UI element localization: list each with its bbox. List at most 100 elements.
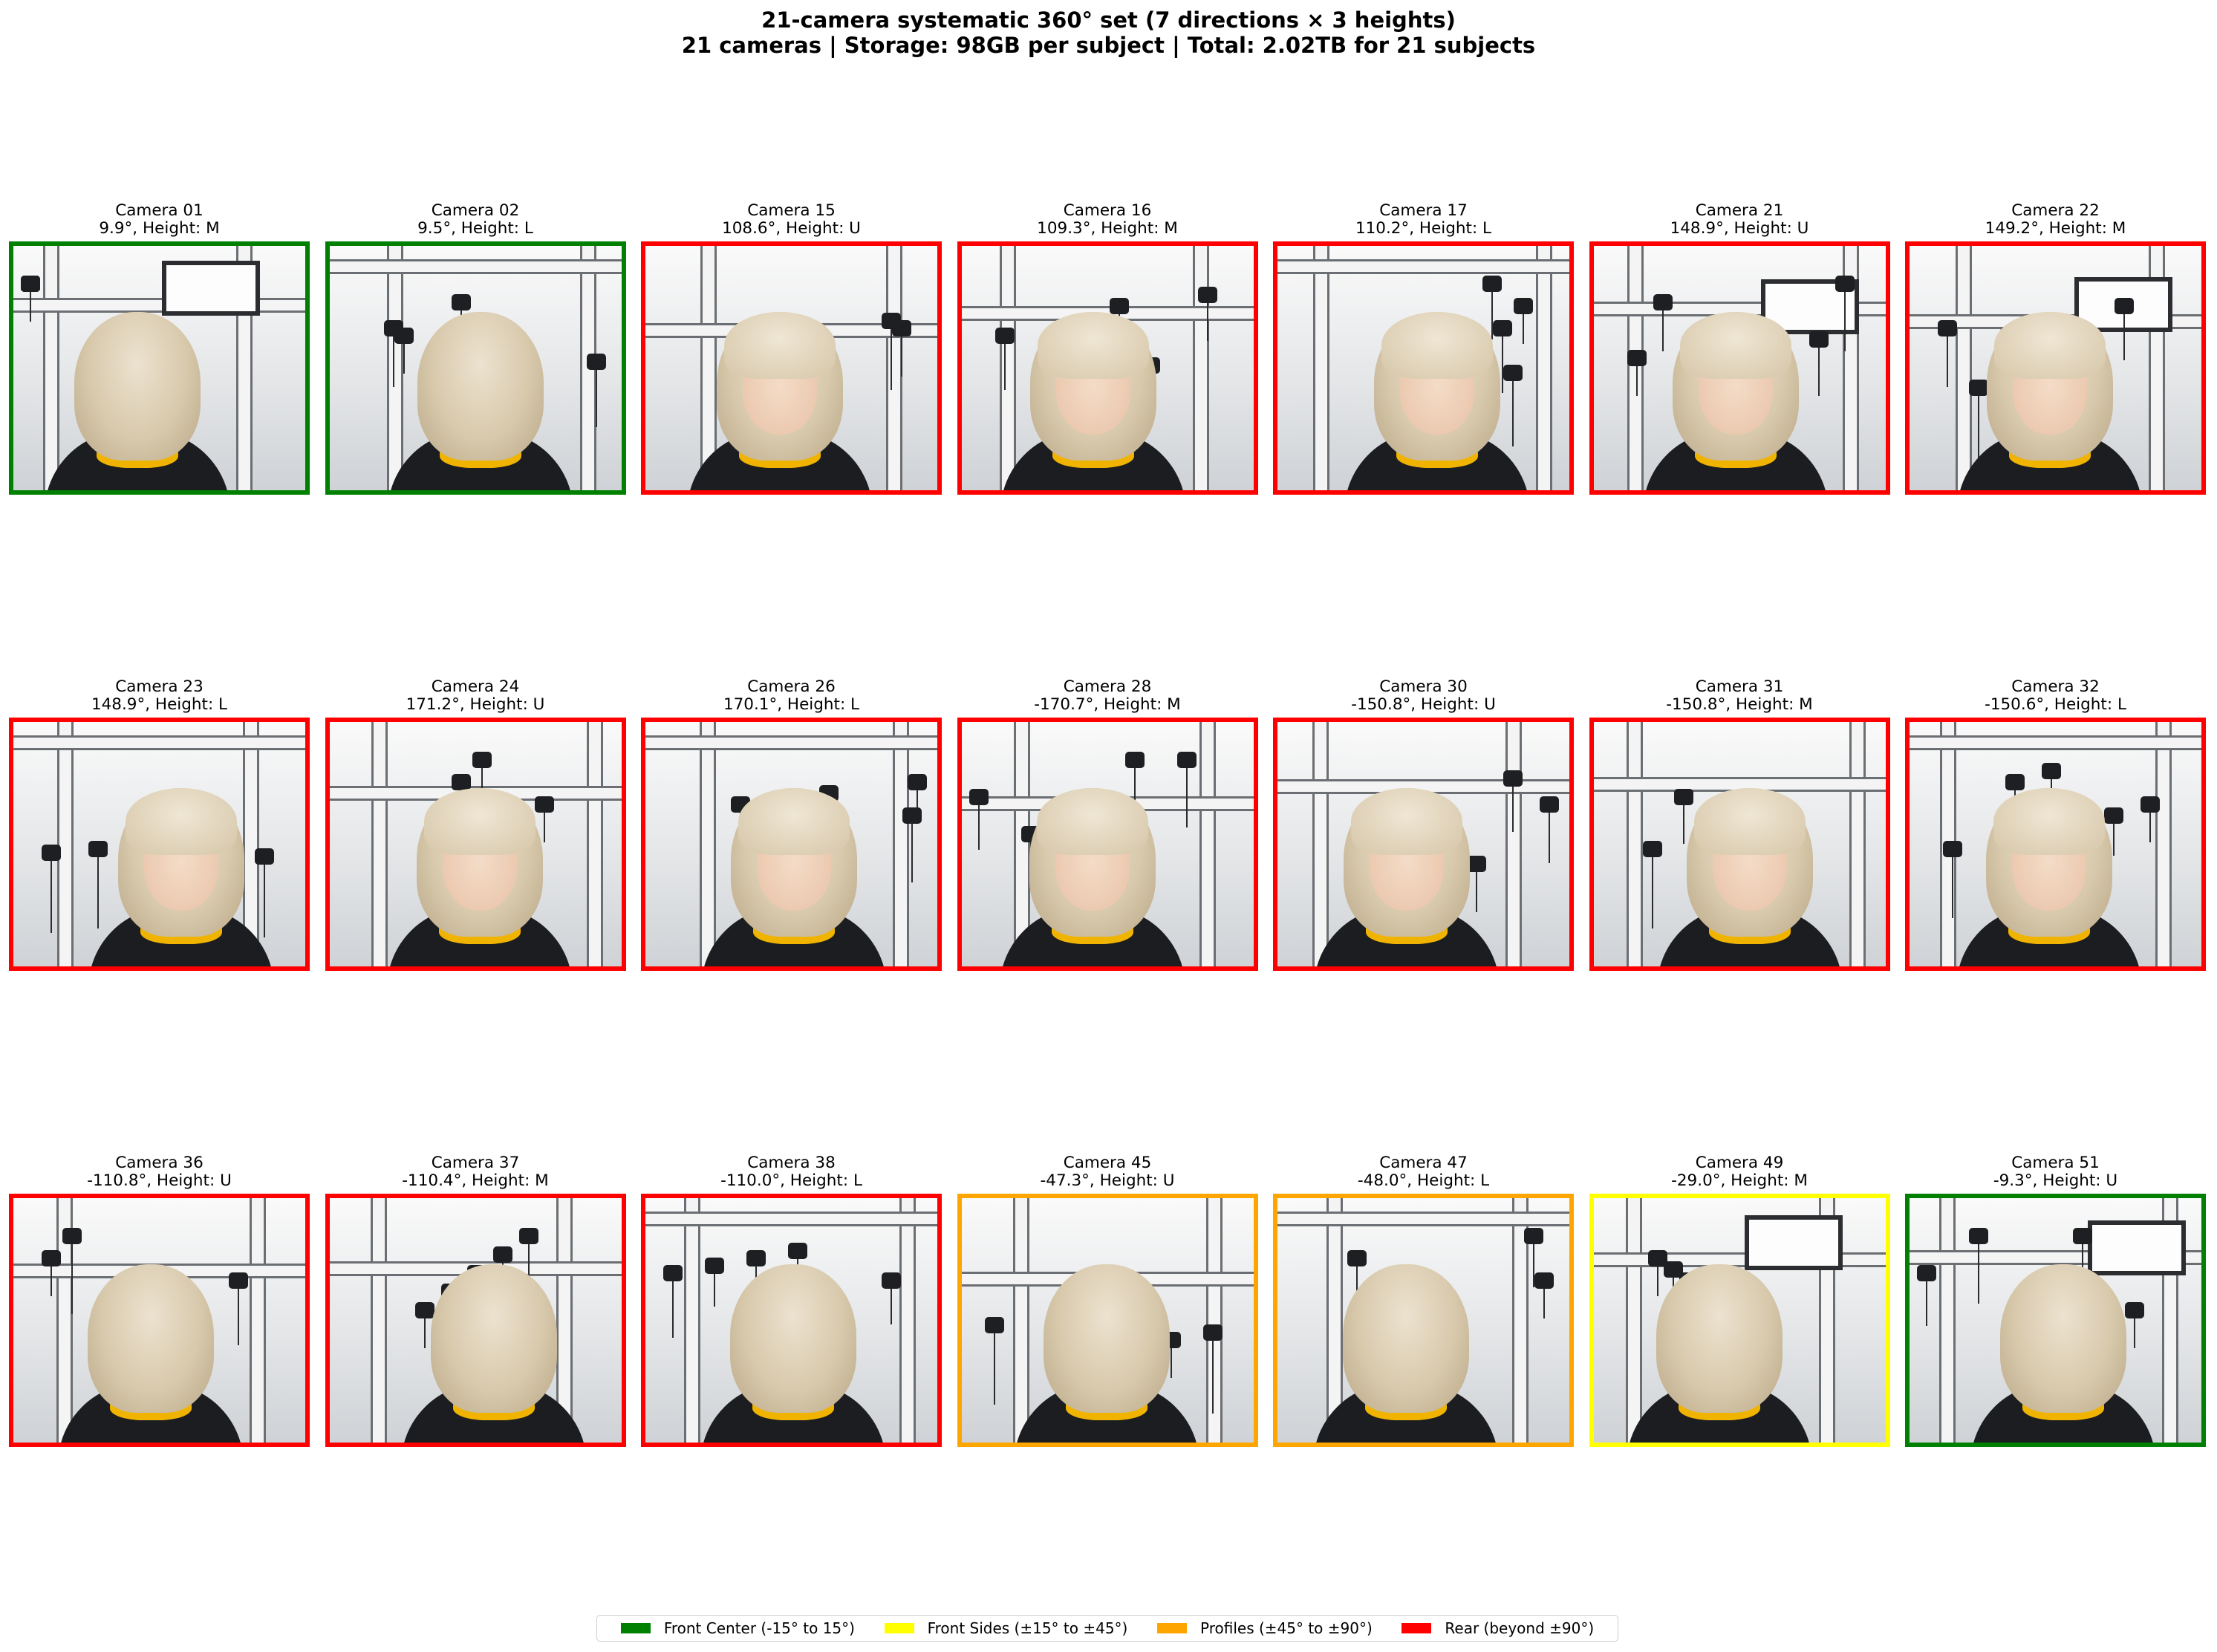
rig-cable: [1952, 857, 1953, 918]
legend-item: Rear (beyond ±90°): [1402, 1619, 1594, 1637]
rig-cable: [1206, 303, 1208, 341]
rig-cable: [672, 1281, 674, 1338]
camera-frame: [957, 241, 1258, 495]
camera-name: Camera 47: [1379, 1154, 1468, 1172]
rig-camera: [451, 294, 471, 310]
camera-angle-height: 171.2°, Height: U: [406, 695, 545, 714]
subject-bangs: [1694, 788, 1806, 855]
rig-camera: [2115, 298, 2134, 314]
rig-camera: [1503, 365, 1523, 381]
rig-cable: [1543, 1289, 1545, 1318]
legend-item: Front Sides (±15° to ±45°): [884, 1619, 1128, 1637]
legend-label: Front Sides (±15° to ±45°): [927, 1619, 1128, 1637]
rig-cable: [1211, 1341, 1214, 1414]
camera-angle-height: -47.3°, Height: U: [1040, 1171, 1175, 1190]
rig-camera: [229, 1272, 248, 1289]
legend-swatch: [1402, 1623, 1432, 1633]
camera-angle-height: 108.6°, Height: U: [722, 219, 861, 238]
figure-title: 21-camera systematic 360° set (7 directi…: [761, 7, 1456, 33]
rig-cable: [891, 1289, 892, 1324]
rig-camera: [42, 1250, 61, 1266]
rig-camera: [1493, 320, 1512, 336]
camera-tile: Camera 17 110.2°, Height: L: [1273, 202, 1574, 495]
rig-camera: [1938, 320, 1957, 336]
rig-frame-bar: [13, 735, 305, 750]
subject-hair: [417, 312, 544, 461]
camera-frame: [1905, 241, 2206, 495]
rig-frame-post: [1192, 246, 1209, 490]
rig-camera: [1540, 796, 1559, 813]
camera-angle-height: -170.7°, Height: M: [1034, 695, 1181, 714]
rig-cable: [403, 344, 405, 374]
camera-angle-height: -48.0°, Height: L: [1357, 1171, 1490, 1190]
rig-camera: [42, 845, 61, 861]
rig-camera: [1969, 1228, 1988, 1244]
rig-camera: [518, 1228, 538, 1244]
camera-angle-height: 109.3°, Height: M: [1037, 219, 1178, 238]
rig-camera: [1809, 331, 1829, 348]
rig-camera: [1347, 1250, 1367, 1266]
camera-frame: [1589, 241, 1890, 495]
camera-tile: Camera 01 9.9°, Height: M: [9, 202, 310, 495]
camera-frame: [9, 241, 310, 495]
rig-cable: [1817, 348, 1820, 396]
camera-frame: [1589, 1194, 1890, 1447]
camera-tile: Camera 31 -150.8°, Height: M: [1589, 678, 1890, 971]
rig-frame-post: [1627, 246, 1644, 490]
camera-photo: [13, 1198, 305, 1443]
rig-cable: [71, 1244, 73, 1314]
rig-frame-post: [1205, 1198, 1223, 1443]
rig-camera: [1482, 276, 1502, 292]
rig-frame-post: [370, 1198, 387, 1443]
figure-header: 21-camera systematic 360° set (7 directi…: [0, 7, 2217, 58]
subject-bangs: [1993, 312, 2106, 379]
rig-cable: [97, 857, 99, 929]
camera-angle-height: 9.5°, Height: L: [417, 219, 533, 238]
rig-frame-post: [43, 246, 59, 490]
camera-photo: [1593, 722, 1886, 966]
camera-photo: [329, 246, 622, 490]
subject-hair: [1044, 1264, 1170, 1413]
rig-frame-post: [700, 722, 716, 966]
rig-camera: [1124, 752, 1145, 768]
rig-frame-post: [999, 246, 1016, 490]
camera-photo: [961, 722, 1254, 966]
rig-cable: [238, 1289, 239, 1345]
camera-tile: Camera 22 149.2°, Height: M: [1905, 202, 2206, 495]
rig-cable: [1523, 314, 1524, 344]
legend-item: Profiles (±45° to ±90°): [1157, 1619, 1373, 1637]
rig-cable: [901, 336, 902, 377]
camera-photo: [1277, 1198, 1569, 1443]
studio-monitor: [2088, 1220, 2186, 1275]
subject-bangs: [1037, 788, 1148, 855]
camera-name: Camera 23: [115, 677, 204, 696]
rig-camera: [788, 1243, 807, 1259]
subject-bangs: [723, 312, 836, 379]
subject-hair: [87, 1264, 214, 1413]
rig-frame-post: [886, 246, 902, 490]
camera-photo: [645, 1198, 937, 1443]
rig-frame-bar: [329, 259, 622, 274]
legend-swatch: [884, 1623, 914, 1633]
rig-frame-post: [586, 722, 603, 966]
rig-frame-bar: [645, 735, 937, 750]
rig-camera: [88, 841, 108, 857]
rig-camera: [1917, 1265, 1936, 1281]
camera-angle-height: 148.9°, Height: U: [1670, 219, 1809, 238]
camera-name: Camera 26: [747, 677, 836, 696]
rig-camera: [1467, 856, 1486, 872]
rig-cable: [1651, 857, 1653, 929]
camera-frame: [325, 1194, 626, 1447]
legend: Front Center (-15° to 15°) Front Sides (±…: [596, 1615, 1618, 1642]
rig-frame-post: [57, 722, 74, 966]
subject-hair: [1342, 1264, 1469, 1413]
camera-frame: [957, 1194, 1258, 1447]
rig-cable: [1185, 768, 1188, 827]
rig-cable: [264, 865, 265, 937]
rig-frame-post: [1199, 722, 1216, 966]
camera-tile: Camera 32 -150.6°, Height: L: [1905, 678, 2206, 971]
legend-label: Rear (beyond ±90°): [1445, 1619, 1595, 1637]
legend-label: Front Center (-15° to 15°): [663, 1619, 855, 1637]
camera-angle-height: -29.0°, Height: M: [1671, 1171, 1808, 1190]
rig-camera: [2125, 1302, 2144, 1318]
